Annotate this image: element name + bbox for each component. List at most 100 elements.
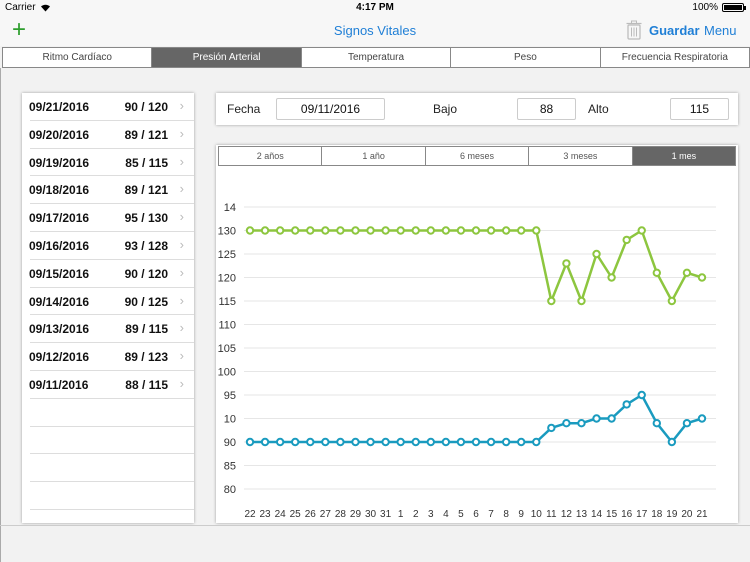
- low-series-point: [607, 414, 616, 423]
- tab-heart-rate[interactable]: Ritmo Cardíaco: [3, 48, 153, 67]
- status-right: 100%: [692, 2, 746, 13]
- list-item[interactable]: 09/17/2016 95 / 130 ›: [29, 204, 194, 232]
- y-tick-label: 80: [224, 484, 236, 496]
- high-series-point: [291, 226, 300, 235]
- low-series-point: [682, 419, 692, 428]
- list-item[interactable]: 09/12/2016 89 / 123 ›: [29, 343, 194, 371]
- high-series-point: [501, 226, 511, 235]
- record-value: 95 / 130: [124, 211, 168, 226]
- record-date: 09/14/2016: [29, 294, 90, 309]
- empty-row: [30, 482, 194, 510]
- save-button[interactable]: Guardar: [649, 23, 700, 38]
- x-tick-label: 28: [335, 509, 347, 520]
- high-series-point: [577, 296, 586, 306]
- low-series-point: [486, 437, 496, 447]
- record-value: 90 / 120: [124, 266, 168, 281]
- record-value: 89 / 121: [124, 183, 168, 198]
- list-item[interactable]: 09/13/2016 89 / 115 ›: [29, 315, 194, 344]
- x-tick-label: 20: [681, 509, 693, 520]
- chevron-right-icon: ›: [179, 125, 184, 141]
- low-field[interactable]: 88: [517, 98, 576, 120]
- high-series-point: [411, 226, 420, 235]
- low-series-point: [426, 437, 436, 447]
- list-item[interactable]: 09/19/2016 85 / 115 ›: [29, 149, 194, 177]
- low-series-point: [381, 437, 390, 447]
- x-tick-label: 30: [365, 509, 377, 520]
- x-tick-label: 24: [275, 509, 287, 520]
- low-series-point: [622, 400, 631, 409]
- high-series-point: [381, 226, 390, 235]
- x-tick-label: 4: [443, 509, 449, 520]
- chevron-right-icon: ›: [179, 375, 184, 391]
- list-item[interactable]: 09/14/2016 90 / 125 ›: [29, 288, 194, 316]
- record-value: 90 / 125: [124, 294, 168, 309]
- x-tick-label: 2: [413, 509, 419, 520]
- list-item[interactable]: 09/16/2016 93 / 128 ›: [29, 232, 194, 260]
- x-tick-label: 31: [380, 509, 392, 520]
- date-field[interactable]: 09/11/2016: [276, 98, 385, 120]
- record-date: 09/21/2016: [29, 100, 90, 114]
- high-series-point: [622, 235, 631, 245]
- x-tick-label: 18: [651, 509, 663, 520]
- x-tick-label: 21: [696, 509, 708, 520]
- record-date: 09/11/2016: [29, 377, 89, 392]
- x-tick-label: 10: [531, 509, 543, 520]
- x-tick-label: 5: [458, 509, 464, 520]
- record-date: 09/17/2016: [29, 211, 90, 226]
- y-tick-label: 130: [218, 226, 236, 238]
- empty-row: [30, 454, 194, 483]
- menu-button[interactable]: Menu: [704, 23, 737, 38]
- record-value: 89 / 121: [124, 127, 168, 142]
- x-tick-label: 27: [320, 509, 332, 520]
- low-series-point: [532, 437, 541, 447]
- list-item[interactable]: 09/21/2016 90 / 120 ›: [29, 93, 194, 121]
- list-item[interactable]: 09/11/2016 88 / 115 ›: [29, 371, 194, 399]
- low-series-point: [562, 419, 571, 428]
- empty-row: [30, 399, 194, 427]
- trash-icon[interactable]: [626, 20, 642, 40]
- y-tick-label: 10: [224, 414, 236, 426]
- low-series-point: [471, 437, 481, 447]
- record-date: 09/16/2016: [29, 238, 90, 253]
- list-item[interactable]: 09/18/2016 89 / 121 ›: [29, 176, 194, 205]
- y-tick-label: 100: [218, 367, 236, 379]
- record-date: 09/15/2016: [29, 266, 90, 281]
- date-label: Fecha: [227, 102, 261, 116]
- tab-temperature[interactable]: Temperatura: [302, 48, 452, 67]
- chevron-right-icon: ›: [179, 236, 184, 252]
- low-series-point: [667, 437, 677, 447]
- vitals-tabs: Ritmo Cardíaco Presión Arterial Temperat…: [2, 47, 750, 68]
- list-item[interactable]: 09/15/2016 90 / 120 ›: [29, 260, 194, 288]
- low-series-point: [291, 437, 300, 447]
- high-series-point: [486, 226, 496, 235]
- low-series-point: [306, 437, 315, 447]
- high-series-point: [682, 268, 692, 278]
- low-series-point: [336, 437, 345, 447]
- high-series-point: [351, 226, 360, 235]
- list-item[interactable]: 09/20/2016 89 / 121 ›: [29, 121, 194, 149]
- y-tick-label: 14: [224, 202, 236, 214]
- chevron-right-icon: ›: [179, 181, 184, 197]
- high-series-point: [637, 226, 646, 235]
- record-date: 09/19/2016: [29, 155, 90, 170]
- tab-respiratory-rate[interactable]: Frecuencia Respiratoria: [601, 48, 749, 67]
- tab-blood-pressure[interactable]: Presión Arterial: [152, 48, 302, 67]
- high-series-point: [456, 226, 466, 235]
- x-tick-label: 22: [244, 509, 256, 520]
- x-tick-label: 9: [518, 509, 524, 520]
- y-tick-label: 105: [218, 343, 236, 355]
- record-value: 89 / 123: [124, 350, 168, 365]
- y-tick-label: 95: [224, 390, 236, 402]
- chevron-right-icon: ›: [179, 209, 184, 225]
- tab-weight[interactable]: Peso: [451, 48, 601, 67]
- high-field[interactable]: 115: [670, 98, 729, 120]
- high-series-point: [245, 226, 255, 235]
- status-bar: Carrier 4:17 PM 100%: [0, 0, 750, 16]
- high-series-point: [667, 296, 677, 306]
- record-value: 85 / 115: [125, 155, 168, 170]
- high-series-point: [260, 226, 270, 235]
- chevron-right-icon: ›: [179, 264, 184, 280]
- high-series-point: [517, 226, 526, 235]
- x-tick-label: 25: [290, 509, 302, 520]
- high-series-point: [562, 259, 571, 268]
